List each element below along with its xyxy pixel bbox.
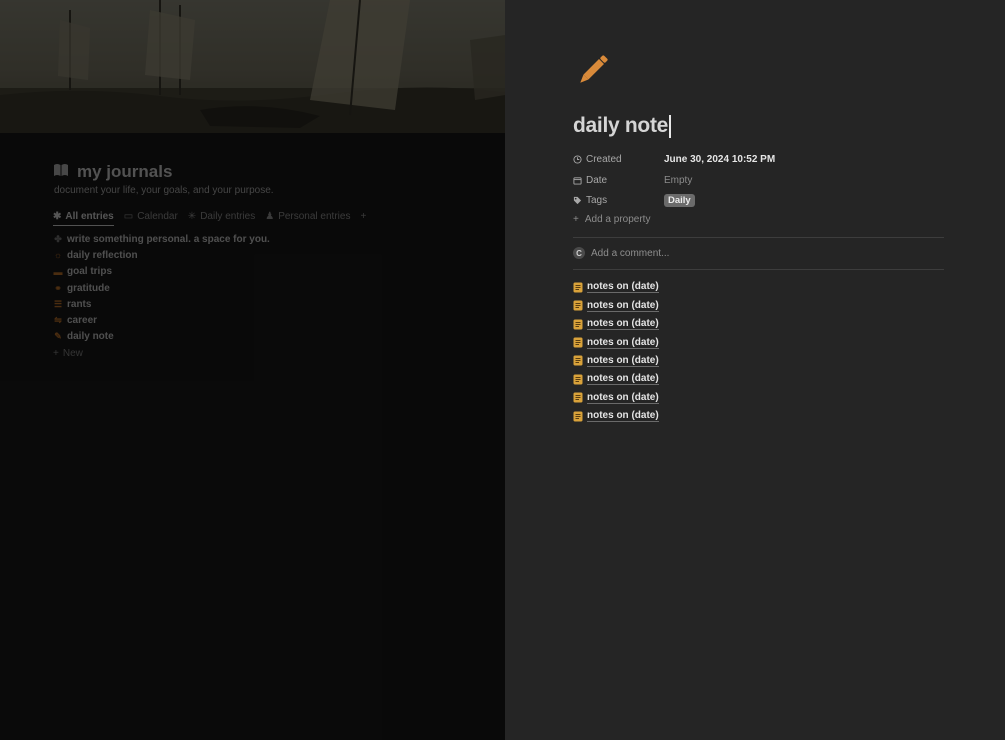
property-name: Created bbox=[586, 153, 622, 165]
property-tags[interactable]: Tags Daily bbox=[573, 191, 695, 209]
page-icon bbox=[573, 374, 583, 385]
list-item[interactable]: ☰ rants bbox=[53, 296, 270, 312]
page-link[interactable]: notes on (date) bbox=[573, 389, 659, 407]
page-link-label: notes on (date) bbox=[587, 391, 659, 404]
page-link[interactable]: notes on (date) bbox=[573, 370, 659, 388]
page-link-label: notes on (date) bbox=[587, 281, 659, 294]
page-link[interactable]: notes on (date) bbox=[573, 278, 659, 296]
list-item-label: write something personal. a space for yo… bbox=[67, 233, 270, 245]
page-link-label: notes on (date) bbox=[587, 336, 659, 349]
page-link[interactable]: notes on (date) bbox=[573, 352, 659, 370]
page-title-text: daily note bbox=[573, 114, 669, 137]
pencil-icon: ✎ bbox=[54, 331, 62, 342]
view-tabs: ✱ All entries ▭ Calendar ✳ Daily entries… bbox=[53, 209, 366, 226]
avatar: C bbox=[573, 247, 585, 259]
tab-label: Calendar bbox=[137, 211, 178, 222]
new-label: New bbox=[62, 347, 83, 359]
list-item[interactable]: ✤ write something personal. a space for y… bbox=[53, 231, 270, 247]
page-link-label: notes on (date) bbox=[587, 354, 659, 367]
tag-badge[interactable]: Daily bbox=[664, 193, 695, 207]
property-value: Empty bbox=[664, 174, 693, 186]
list-item-label: rants bbox=[67, 298, 92, 310]
person-icon: ♟ bbox=[265, 211, 275, 222]
comment-input[interactable]: C Add a comment... bbox=[573, 247, 669, 259]
list-item-label: daily reflection bbox=[67, 249, 138, 261]
database-header: my journals bbox=[53, 162, 172, 182]
plus-icon: + bbox=[573, 213, 579, 225]
property-value: June 30, 2024 10:52 PM bbox=[664, 153, 776, 165]
suitcase-icon: ▬ bbox=[53, 266, 63, 277]
page-link[interactable]: notes on (date) bbox=[573, 407, 659, 425]
pin-icon: ✤ bbox=[54, 233, 62, 244]
clock-icon bbox=[573, 154, 582, 164]
asterisk-icon: ✱ bbox=[53, 210, 62, 222]
entries-list: ✤ write something personal. a space for y… bbox=[53, 231, 270, 361]
sparkle-icon: ✳ bbox=[187, 211, 197, 222]
page-icon bbox=[573, 355, 583, 366]
page-title[interactable]: daily note bbox=[573, 114, 671, 138]
list-item[interactable]: ✎ daily note bbox=[53, 329, 270, 345]
page-link[interactable]: notes on (date) bbox=[573, 333, 659, 351]
add-property-label: Add a property bbox=[584, 213, 651, 225]
add-property-button[interactable]: + Add a property bbox=[573, 212, 650, 226]
page-icon bbox=[573, 300, 583, 311]
tab-personal-entries[interactable]: ♟ Personal entries bbox=[265, 209, 350, 226]
page-icon bbox=[573, 319, 583, 330]
book-icon bbox=[53, 163, 69, 182]
comment-placeholder: Add a comment... bbox=[591, 247, 670, 259]
divider bbox=[573, 269, 944, 270]
text-cursor bbox=[669, 114, 671, 138]
property-date[interactable]: Date Empty bbox=[573, 171, 692, 189]
pencil-icon[interactable] bbox=[573, 50, 613, 90]
tab-all-entries[interactable]: ✱ All entries bbox=[53, 209, 114, 226]
database-title: my journals bbox=[77, 162, 173, 181]
property-name: Date bbox=[586, 174, 608, 186]
handshake-icon: ⇋ bbox=[54, 315, 62, 326]
list-item-label: goal trips bbox=[67, 266, 113, 278]
page-link[interactable]: notes on (date) bbox=[573, 296, 659, 314]
page-icon bbox=[573, 411, 583, 422]
calendar-icon bbox=[573, 176, 582, 185]
page-link-label: notes on (date) bbox=[587, 318, 659, 331]
notes-list: notes on (date) notes on (date) notes on… bbox=[573, 278, 659, 426]
list-item[interactable]: ⚭ gratitude bbox=[53, 280, 270, 296]
tab-label: All entries bbox=[65, 210, 114, 222]
calendar-icon: ▭ bbox=[123, 211, 134, 222]
tab-calendar[interactable]: ▭ Calendar bbox=[124, 209, 178, 226]
property-label: Tags bbox=[573, 195, 664, 206]
new-entry-button[interactable]: + New bbox=[53, 345, 270, 361]
property-created[interactable]: Created June 30, 2024 10:52 PM bbox=[573, 150, 775, 168]
list-item[interactable]: ▬ goal trips bbox=[53, 264, 270, 280]
list-item-label: gratitude bbox=[67, 282, 110, 294]
list-item-label: career bbox=[67, 315, 98, 327]
link-icon: ⚭ bbox=[54, 282, 62, 293]
list-item[interactable]: ⇋ career bbox=[53, 312, 270, 328]
tab-label: Personal entries bbox=[278, 211, 351, 222]
page-link[interactable]: notes on (date) bbox=[573, 315, 659, 333]
tab-daily-entries[interactable]: ✳ Daily entries bbox=[188, 209, 255, 226]
add-view-button[interactable]: + bbox=[360, 209, 366, 226]
property-name: Tags bbox=[586, 194, 608, 206]
sun-icon: ☼ bbox=[53, 250, 63, 261]
page-icon bbox=[573, 337, 583, 348]
database-description: document your life, your goals, and your… bbox=[54, 185, 274, 196]
property-label: Date bbox=[573, 175, 664, 186]
divider bbox=[573, 237, 944, 238]
list-icon: ☰ bbox=[53, 298, 63, 309]
background-page: my journals document your life, your goa… bbox=[0, 0, 505, 740]
page-icon bbox=[573, 282, 583, 293]
page-link-label: notes on (date) bbox=[587, 373, 659, 386]
page-link-label: notes on (date) bbox=[587, 299, 659, 312]
page-link-label: notes on (date) bbox=[587, 410, 659, 423]
page-peek-panel: daily note Created June 30, 2024 10:52 P… bbox=[505, 0, 1005, 740]
property-label: Created bbox=[573, 154, 664, 165]
list-item-label: daily note bbox=[67, 331, 114, 343]
page-icon bbox=[573, 392, 583, 403]
list-item[interactable]: ☼ daily reflection bbox=[53, 247, 270, 263]
plus-icon: + bbox=[53, 347, 59, 359]
tab-label: Daily entries bbox=[200, 211, 256, 222]
tag-icon bbox=[573, 196, 582, 204]
cover-image bbox=[0, 0, 505, 133]
